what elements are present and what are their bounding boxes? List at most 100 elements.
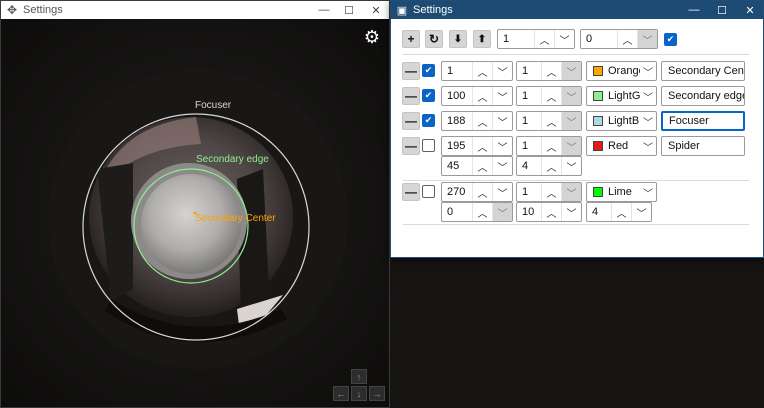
chevron-down-icon[interactable]: ﹀ bbox=[492, 137, 512, 155]
chevron-up-icon[interactable]: ︿ bbox=[472, 157, 492, 175]
radius-value[interactable]: 188 bbox=[442, 112, 472, 130]
chevron-up-icon[interactable]: ︿ bbox=[541, 112, 561, 130]
row-enabled-checkbox[interactable] bbox=[422, 185, 435, 198]
width-stepper[interactable]: 1 ︿ ﹀ bbox=[516, 111, 582, 131]
width-value[interactable]: 1 bbox=[517, 183, 541, 201]
close-button[interactable]: ✕ bbox=[737, 1, 763, 19]
count-value[interactable]: 4 bbox=[517, 157, 541, 175]
maximize-button[interactable]: ☐ bbox=[336, 1, 362, 19]
minimize-button[interactable]: — bbox=[681, 1, 707, 19]
radius-stepper[interactable]: 188 ︿ ﹀ bbox=[441, 111, 513, 131]
width-value[interactable]: 1 bbox=[517, 112, 541, 130]
chevron-down-icon[interactable]: ﹀ bbox=[492, 87, 512, 105]
chevron-up-icon[interactable]: ︿ bbox=[617, 30, 637, 48]
chevron-up-icon[interactable]: ︿ bbox=[472, 183, 492, 201]
width-stepper[interactable]: 1 ︿ ﹀ bbox=[516, 182, 582, 202]
step-value[interactable]: 10 bbox=[517, 203, 541, 221]
chevron-down-icon[interactable]: ﹀ bbox=[561, 157, 581, 175]
toolbar-checkbox[interactable]: ✔ bbox=[664, 33, 677, 46]
offset-stepper[interactable]: 0 ︿ ﹀ bbox=[441, 202, 513, 222]
remove-row-button[interactable]: — bbox=[402, 137, 420, 155]
color-dropdown[interactable]: Lime ﹀ bbox=[586, 182, 657, 202]
chevron-up-icon[interactable]: ︿ bbox=[541, 183, 561, 201]
count-value[interactable]: 4 bbox=[587, 203, 611, 221]
step-stepper[interactable]: 10 ︿ ﹀ bbox=[516, 202, 582, 222]
row-enabled-checkbox[interactable] bbox=[422, 139, 435, 152]
offset-value[interactable]: 0 bbox=[442, 203, 472, 221]
chevron-down-icon[interactable]: ﹀ bbox=[561, 203, 581, 221]
arrow-up-icon[interactable]: ↑ bbox=[351, 369, 367, 384]
chevron-down-icon[interactable]: ﹀ bbox=[492, 157, 512, 175]
color-dropdown[interactable]: Orange ﹀ bbox=[586, 61, 657, 81]
radius-value[interactable]: 100 bbox=[442, 87, 472, 105]
radius-value[interactable]: 195 bbox=[442, 137, 472, 155]
close-button[interactable]: ✕ bbox=[363, 1, 389, 19]
width-value[interactable]: 1 bbox=[517, 137, 541, 155]
upload-button[interactable]: ⬆ bbox=[473, 30, 491, 48]
gear-icon[interactable]: ⚙ bbox=[362, 27, 382, 47]
chevron-down-icon[interactable]: ﹀ bbox=[492, 62, 512, 80]
chevron-down-icon[interactable]: ﹀ bbox=[492, 112, 512, 130]
chevron-up-icon[interactable]: ︿ bbox=[472, 203, 492, 221]
radius-stepper[interactable]: 195 ︿ ﹀ bbox=[441, 136, 513, 156]
chevron-down-icon: ﹀ bbox=[643, 92, 653, 104]
count-stepper[interactable]: 4 ︿ ﹀ bbox=[586, 202, 652, 222]
label-input[interactable]: Secondary edge bbox=[661, 86, 745, 106]
chevron-up-icon[interactable]: ︿ bbox=[541, 62, 561, 80]
chevron-down-icon[interactable]: ﹀ bbox=[492, 183, 512, 201]
chevron-up-icon[interactable]: ︿ bbox=[472, 87, 492, 105]
radius-stepper[interactable]: 100 ︿ ﹀ bbox=[441, 86, 513, 106]
arrow-down-icon[interactable]: ↓ bbox=[351, 386, 367, 401]
telescope-image-view[interactable]: Focuser Secondary edge Secondary Center … bbox=[1, 19, 389, 407]
chevron-down-icon: ﹀ bbox=[643, 67, 653, 79]
toolbar-stepper-1[interactable]: 1 ︿ ﹀ bbox=[497, 29, 575, 49]
remove-row-button[interactable]: — bbox=[402, 62, 420, 80]
toolbar-stepper-1-value[interactable]: 1 bbox=[498, 30, 534, 48]
chevron-down-icon[interactable]: ﹀ bbox=[631, 203, 651, 221]
color-dropdown[interactable]: LightGre ﹀ bbox=[586, 86, 657, 106]
reset-button[interactable]: ↻ bbox=[425, 30, 443, 48]
chevron-down-icon[interactable]: ﹀ bbox=[554, 30, 574, 48]
radius-stepper[interactable]: 1 ︿ ﹀ bbox=[441, 61, 513, 81]
row-enabled-checkbox[interactable]: ✔ bbox=[422, 114, 435, 127]
color-swatch bbox=[593, 141, 603, 151]
count-stepper[interactable]: 4 ︿ ﹀ bbox=[516, 156, 582, 176]
chevron-up-icon[interactable]: ︿ bbox=[534, 30, 554, 48]
maximize-button[interactable]: ☐ bbox=[709, 1, 735, 19]
minimize-button[interactable]: — bbox=[311, 1, 337, 19]
chevron-up-icon[interactable]: ︿ bbox=[541, 137, 561, 155]
angle-value[interactable]: 45 bbox=[442, 157, 472, 175]
chevron-up-icon[interactable]: ︿ bbox=[541, 203, 561, 221]
radius-stepper[interactable]: 270 ︿ ﹀ bbox=[441, 182, 513, 202]
add-button[interactable]: + bbox=[402, 30, 420, 48]
radius-value[interactable]: 1 bbox=[442, 62, 472, 80]
chevron-up-icon[interactable]: ︿ bbox=[472, 62, 492, 80]
label-input[interactable]: Focuser bbox=[661, 111, 745, 131]
width-stepper[interactable]: 1 ︿ ﹀ bbox=[516, 86, 582, 106]
chevron-up-icon[interactable]: ︿ bbox=[472, 137, 492, 155]
remove-row-button[interactable]: — bbox=[402, 87, 420, 105]
remove-row-button[interactable]: — bbox=[402, 112, 420, 130]
chevron-up-icon[interactable]: ︿ bbox=[472, 112, 492, 130]
toolbar-stepper-2-value[interactable]: 0 bbox=[581, 30, 617, 48]
width-stepper[interactable]: 1 ︿ ﹀ bbox=[516, 136, 582, 156]
toolbar-stepper-2[interactable]: 0 ︿ ﹀ bbox=[580, 29, 658, 49]
arrow-right-icon[interactable]: → bbox=[369, 386, 385, 401]
radius-value[interactable]: 270 bbox=[442, 183, 472, 201]
width-value[interactable]: 1 bbox=[517, 62, 541, 80]
arrow-left-icon[interactable]: ← bbox=[333, 386, 349, 401]
row-enabled-checkbox[interactable]: ✔ bbox=[422, 64, 435, 77]
angle-stepper[interactable]: 45 ︿ ﹀ bbox=[441, 156, 513, 176]
color-dropdown[interactable]: LightBlue ﹀ bbox=[586, 111, 657, 131]
remove-row-button[interactable]: — bbox=[402, 183, 420, 201]
width-value[interactable]: 1 bbox=[517, 87, 541, 105]
chevron-up-icon[interactable]: ︿ bbox=[541, 87, 561, 105]
chevron-up-icon[interactable]: ︿ bbox=[541, 157, 561, 175]
download-button[interactable]: ⬇ bbox=[449, 30, 467, 48]
label-input[interactable]: Secondary Center bbox=[661, 61, 745, 81]
color-dropdown[interactable]: Red ﹀ bbox=[586, 136, 657, 156]
width-stepper[interactable]: 1 ︿ ﹀ bbox=[516, 61, 582, 81]
label-input[interactable]: Spider bbox=[661, 136, 745, 156]
row-enabled-checkbox[interactable]: ✔ bbox=[422, 89, 435, 102]
chevron-up-icon[interactable]: ︿ bbox=[611, 203, 631, 221]
